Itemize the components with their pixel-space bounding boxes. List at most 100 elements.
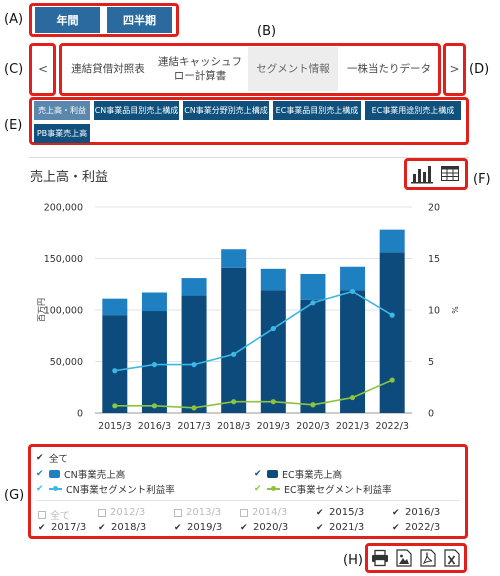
bar-cn-sales: [221, 249, 247, 268]
legend-swatch: [49, 470, 60, 478]
x-tick-label: 2021/3: [336, 421, 369, 432]
check-icon: ✔: [316, 522, 324, 533]
excel-icon[interactable]: [443, 549, 461, 567]
bar-ec-sales: [102, 315, 128, 413]
check-icon: ✔: [36, 453, 44, 463]
year-checkbox[interactable]: ✔ 2022/3: [392, 522, 440, 533]
legend-swatch: [267, 470, 278, 478]
y-axis-label: 百万円: [37, 298, 46, 322]
subtab-cn-field[interactable]: CN事業分野別売上構成: [183, 101, 269, 120]
bar-cn-sales: [260, 268, 286, 291]
bar-ec-sales: [340, 290, 366, 413]
checkbox-empty: [174, 508, 182, 517]
year-all-toggle[interactable]: 全て: [38, 507, 70, 522]
point-cn-margin: [112, 368, 118, 374]
pdf-icon[interactable]: [419, 549, 437, 567]
point-cn-margin: [270, 325, 276, 332]
year-checkbox[interactable]: 2012/3: [98, 507, 145, 518]
legend-label: CN事業セグメント利益率: [66, 485, 175, 496]
x-tick-label: 2020/3: [296, 421, 329, 432]
bar-cn-sales: [181, 278, 207, 296]
y2-tick-label: 0: [428, 409, 434, 420]
section-divider: [29, 157, 469, 158]
year-label: 2017/3: [51, 522, 87, 533]
check-icon: ✔: [38, 522, 46, 533]
bar-chart-icon[interactable]: [410, 163, 434, 185]
marker-a: (A): [4, 12, 24, 27]
year-checkbox[interactable]: ✔ 2018/3: [98, 522, 146, 533]
prev-tab-button[interactable]: <: [33, 47, 53, 91]
period-quarterly-button[interactable]: 四半期: [107, 7, 172, 33]
image-icon[interactable]: [395, 549, 413, 567]
bar-ec-sales: [221, 267, 247, 413]
legend-all-label: 全て: [49, 454, 69, 465]
year-label: 2022/3: [405, 522, 441, 533]
point-ec-margin: [231, 399, 237, 405]
year-label: 2013/3: [186, 507, 222, 518]
print-icon[interactable]: [371, 549, 389, 567]
point-cn-margin: [389, 312, 395, 318]
y-tick-label: 0: [77, 409, 83, 420]
x-tick-label: 2015/3: [98, 421, 131, 432]
tab-balance-sheet[interactable]: 連結貸借対照表: [64, 47, 152, 91]
y2-axis-label: %: [450, 306, 459, 314]
subtab-ec-usage[interactable]: EC事業用途別売上構成: [365, 101, 461, 120]
year-checkbox[interactable]: 2013/3: [174, 507, 221, 518]
subtab-ec-product[interactable]: EC事業品目別売上構成: [273, 101, 361, 120]
year-label: 2021/3: [329, 522, 365, 533]
year-label: 2016/3: [405, 507, 441, 518]
x-tick-label: 2019/3: [257, 421, 290, 432]
point-cn-margin: [231, 351, 237, 357]
subtab-pb-sales[interactable]: PB事業売上高: [34, 124, 90, 143]
marker-c: (C): [4, 62, 24, 77]
point-ec-margin: [389, 377, 395, 383]
bar-ec-sales: [260, 290, 286, 413]
y-tick-label: 150,000: [44, 254, 83, 265]
year-checkbox[interactable]: ✔ 2017/3: [38, 522, 86, 533]
year-label: 2020/3: [253, 522, 289, 533]
year-checkbox[interactable]: 2014/3: [240, 507, 287, 518]
checkbox-empty: [240, 508, 248, 517]
check-icon: ✔: [98, 522, 106, 533]
checkbox-empty: [38, 510, 46, 519]
legend-label: EC事業売上高: [282, 470, 343, 481]
table-icon[interactable]: [441, 166, 459, 181]
legend-item-ec-sales[interactable]: ✔ EC事業売上高: [254, 467, 342, 481]
year-checkbox[interactable]: ✔ 2021/3: [316, 522, 364, 533]
subtab-sales-profit[interactable]: 売上高・利益: [34, 101, 90, 120]
legend-item-ec-margin[interactable]: ✔ EC事業セグメント利益率: [254, 482, 392, 496]
point-cn-margin: [151, 361, 158, 368]
x-tick-label: 2016/3: [138, 421, 171, 432]
point-ec-margin: [191, 405, 197, 411]
marker-d: (D): [469, 62, 490, 77]
subtab-cn-product[interactable]: CN事業品目別売上構成: [94, 101, 179, 120]
legend-line-swatch: [267, 485, 280, 493]
year-checkbox[interactable]: ✔ 2015/3: [316, 507, 364, 518]
check-icon: ✔: [240, 522, 248, 533]
tab-per-share[interactable]: 一株当たりデータ: [341, 47, 437, 91]
year-label: 2018/3: [111, 522, 147, 533]
legend-all-toggle[interactable]: ✔ 全て: [36, 451, 68, 465]
year-checkbox[interactable]: ✔ 2016/3: [392, 507, 440, 518]
check-icon: ✔: [316, 507, 324, 518]
bar-cn-sales: [340, 266, 366, 291]
legend-label: CN事業売上高: [64, 470, 126, 481]
year-label: 2012/3: [110, 507, 146, 518]
period-annual-button[interactable]: 年間: [35, 7, 100, 33]
legend-item-cn-sales[interactable]: ✔ CN事業売上高: [36, 467, 125, 481]
y2-tick-label: 15: [428, 254, 440, 265]
bar-cn-sales: [141, 292, 167, 312]
tab-segment-info[interactable]: セグメント情報: [248, 47, 338, 91]
year-label: 2014/3: [252, 507, 288, 518]
year-checkbox[interactable]: ✔ 2020/3: [240, 522, 288, 533]
bar-ec-sales: [300, 299, 326, 413]
point-ec-margin: [270, 399, 276, 405]
legend-item-cn-margin[interactable]: ✔ CN事業セグメント利益率: [36, 482, 175, 496]
tab-cash-flow[interactable]: 連結キャッシュフロー計算書: [155, 47, 245, 91]
bar-ec-sales: [181, 295, 207, 413]
legend-line-swatch: [49, 485, 62, 493]
next-tab-button[interactable]: >: [446, 47, 463, 91]
chart-title: 売上高・利益: [30, 170, 109, 185]
year-checkbox[interactable]: ✔ 2019/3: [174, 522, 222, 533]
point-cn-margin: [191, 361, 197, 368]
